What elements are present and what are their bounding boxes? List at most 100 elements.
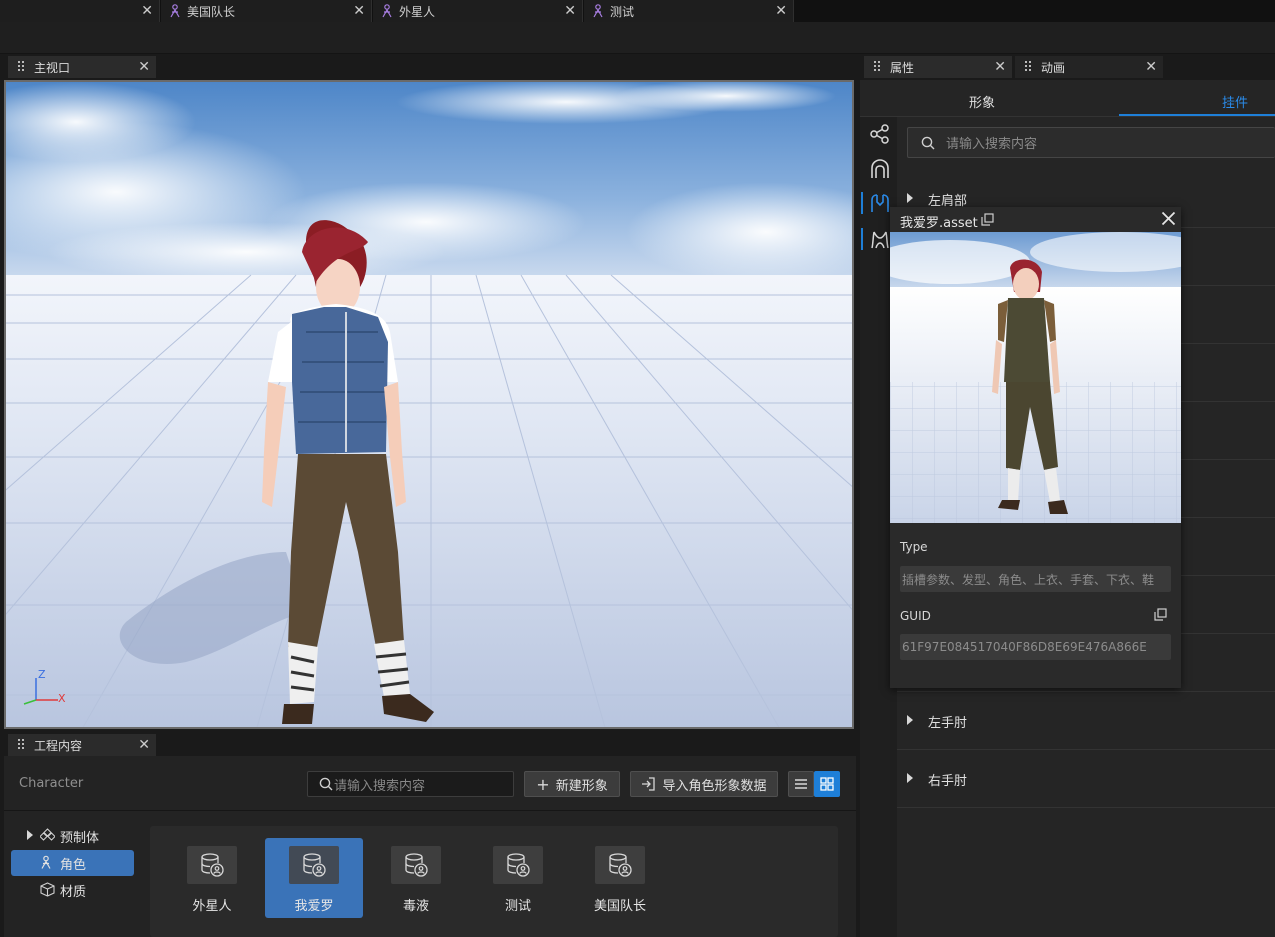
close-icon[interactable]: ✕ [141, 3, 153, 19]
character-icon [593, 4, 603, 18]
grid-icon [820, 777, 834, 791]
expand-arrow-icon[interactable] [907, 773, 913, 783]
search-icon [921, 136, 935, 149]
close-icon[interactable]: ✕ [564, 3, 576, 19]
close-icon[interactable] [1161, 211, 1176, 226]
doc-tab-label: 测试 [610, 4, 635, 19]
divider [860, 116, 1275, 117]
guid-value: 61F97E084517040F86D8E69E476A866E [902, 640, 1147, 654]
tree-item-label: 角色 [60, 857, 87, 873]
import-icon [642, 777, 656, 791]
tab-label: 主视口 [34, 60, 71, 75]
asset-name: 外星人 [192, 899, 232, 914]
prefab-icon [40, 828, 55, 841]
tree-item-character[interactable]: 角色 [11, 850, 134, 876]
list-view-button[interactable] [788, 771, 814, 797]
property-label: 右手肘 [928, 774, 968, 789]
list-icon [795, 779, 807, 789]
doc-tab-alien[interactable]: 外星人 ✕ [373, 0, 583, 22]
plus-icon: + [536, 774, 550, 794]
active-rail-indicator [861, 192, 863, 214]
close-icon[interactable]: ✕ [138, 59, 150, 75]
character-asset-icon [595, 846, 645, 884]
axis-x-label: X [58, 692, 66, 705]
active-rail-indicator [861, 228, 863, 250]
grip-icon[interactable] [1025, 61, 1033, 73]
character-asset-icon [187, 846, 237, 884]
subtab-appearance[interactable]: 形象 [969, 92, 995, 111]
project-search-input[interactable]: 请输入搜索内容 [307, 771, 514, 797]
doc-tab-test[interactable]: 测试 ✕ [584, 0, 794, 22]
grip-icon[interactable] [874, 61, 882, 73]
expand-arrow-icon[interactable] [907, 715, 913, 725]
toolbar-strip [0, 22, 1275, 54]
tree-item-label: 预制体 [60, 830, 100, 846]
character-asset-icon [391, 846, 441, 884]
doc-tab-label: 外星人 [399, 4, 436, 19]
asset-name: 美国队长 [593, 899, 646, 914]
import-character-button[interactable]: 导入角色形象数据 [630, 771, 778, 797]
close-icon[interactable]: ✕ [138, 737, 150, 753]
property-row-right-elbow[interactable]: 右手肘 [897, 750, 1275, 808]
subtab-attachment[interactable]: 挂件 [1222, 92, 1248, 111]
guid-field[interactable]: 61F97E084517040F86D8E69E476A866E [900, 634, 1171, 660]
tab-label: 属性 [890, 60, 915, 75]
asset-card-selected[interactable]: 我爱罗 [265, 838, 363, 918]
main-viewport[interactable]: Z X [4, 80, 854, 729]
doc-tab-captain-america[interactable]: 美国队长 ✕ [161, 0, 372, 22]
character-icon [170, 4, 180, 18]
grid-view-button[interactable] [814, 771, 840, 797]
asset-card[interactable]: 外星人 [163, 838, 261, 918]
head-icon[interactable] [869, 158, 891, 180]
asset-name: 毒液 [402, 899, 429, 914]
share-node-icon[interactable] [869, 123, 891, 145]
type-label: Type [900, 540, 928, 554]
cube-icon [40, 882, 55, 897]
button-label: 导入角色形象数据 [662, 778, 767, 794]
type-field[interactable]: 插槽参数、发型、角色、上衣、手套、下衣、鞋 [900, 566, 1171, 592]
new-character-button[interactable]: + 新建形象 [524, 771, 620, 797]
breadcrumb: Character [19, 776, 84, 791]
tab-label: 动画 [1041, 60, 1066, 75]
character-icon [41, 855, 51, 869]
grip-icon[interactable] [18, 739, 26, 751]
expand-arrow-icon[interactable] [27, 830, 33, 840]
doc-tab-0[interactable]: ✕ [0, 0, 160, 22]
type-value: 插槽参数、发型、角色、上衣、手套、下衣、鞋 [902, 572, 1155, 587]
asset-card[interactable]: 测试 [469, 838, 567, 918]
axis-z-label: Z [38, 668, 46, 681]
tree-item-material[interactable]: 材质 [11, 877, 134, 903]
close-icon[interactable]: ✕ [353, 3, 365, 19]
asset-name: 我爱罗 [294, 899, 334, 914]
expand-arrow-icon[interactable] [907, 193, 913, 203]
close-icon[interactable]: ✕ [994, 59, 1006, 75]
close-icon[interactable]: ✕ [775, 3, 787, 19]
copy-icon[interactable] [981, 213, 994, 226]
body-attachment-icon[interactable] [869, 192, 891, 214]
tab-label: 工程内容 [34, 738, 83, 753]
search-placeholder: 请输入搜索内容 [946, 137, 1038, 152]
close-icon[interactable]: ✕ [1145, 59, 1157, 75]
tab-properties[interactable]: 属性 ✕ [864, 56, 1012, 78]
button-label: 新建形象 [555, 778, 608, 794]
tab-project-content[interactable]: 工程内容 ✕ [8, 734, 156, 756]
asset-name: 测试 [504, 899, 531, 914]
search-icon [319, 777, 333, 791]
character-asset-icon [493, 846, 543, 884]
property-label: 左手肘 [928, 716, 968, 731]
asset-card[interactable]: 毒液 [367, 838, 465, 918]
divider [4, 810, 856, 811]
copy-icon[interactable] [1154, 608, 1167, 621]
property-search-input[interactable]: 请输入搜索内容 [907, 127, 1275, 158]
guid-label: GUID [900, 609, 931, 623]
torso-icon[interactable] [869, 228, 891, 250]
asset-preview-image [890, 232, 1181, 523]
property-row-left-elbow[interactable]: 左手肘 [897, 692, 1275, 750]
tree-item-prefab[interactable]: 预制体 [11, 823, 134, 849]
tab-animation[interactable]: 动画 ✕ [1015, 56, 1163, 78]
grip-icon[interactable] [18, 61, 26, 73]
tab-main-viewport[interactable]: 主视口 ✕ [8, 56, 156, 78]
doc-tab-label: 美国队长 [187, 4, 236, 19]
asset-card[interactable]: 美国队长 [571, 838, 669, 918]
search-placeholder: 请输入搜索内容 [334, 778, 426, 794]
